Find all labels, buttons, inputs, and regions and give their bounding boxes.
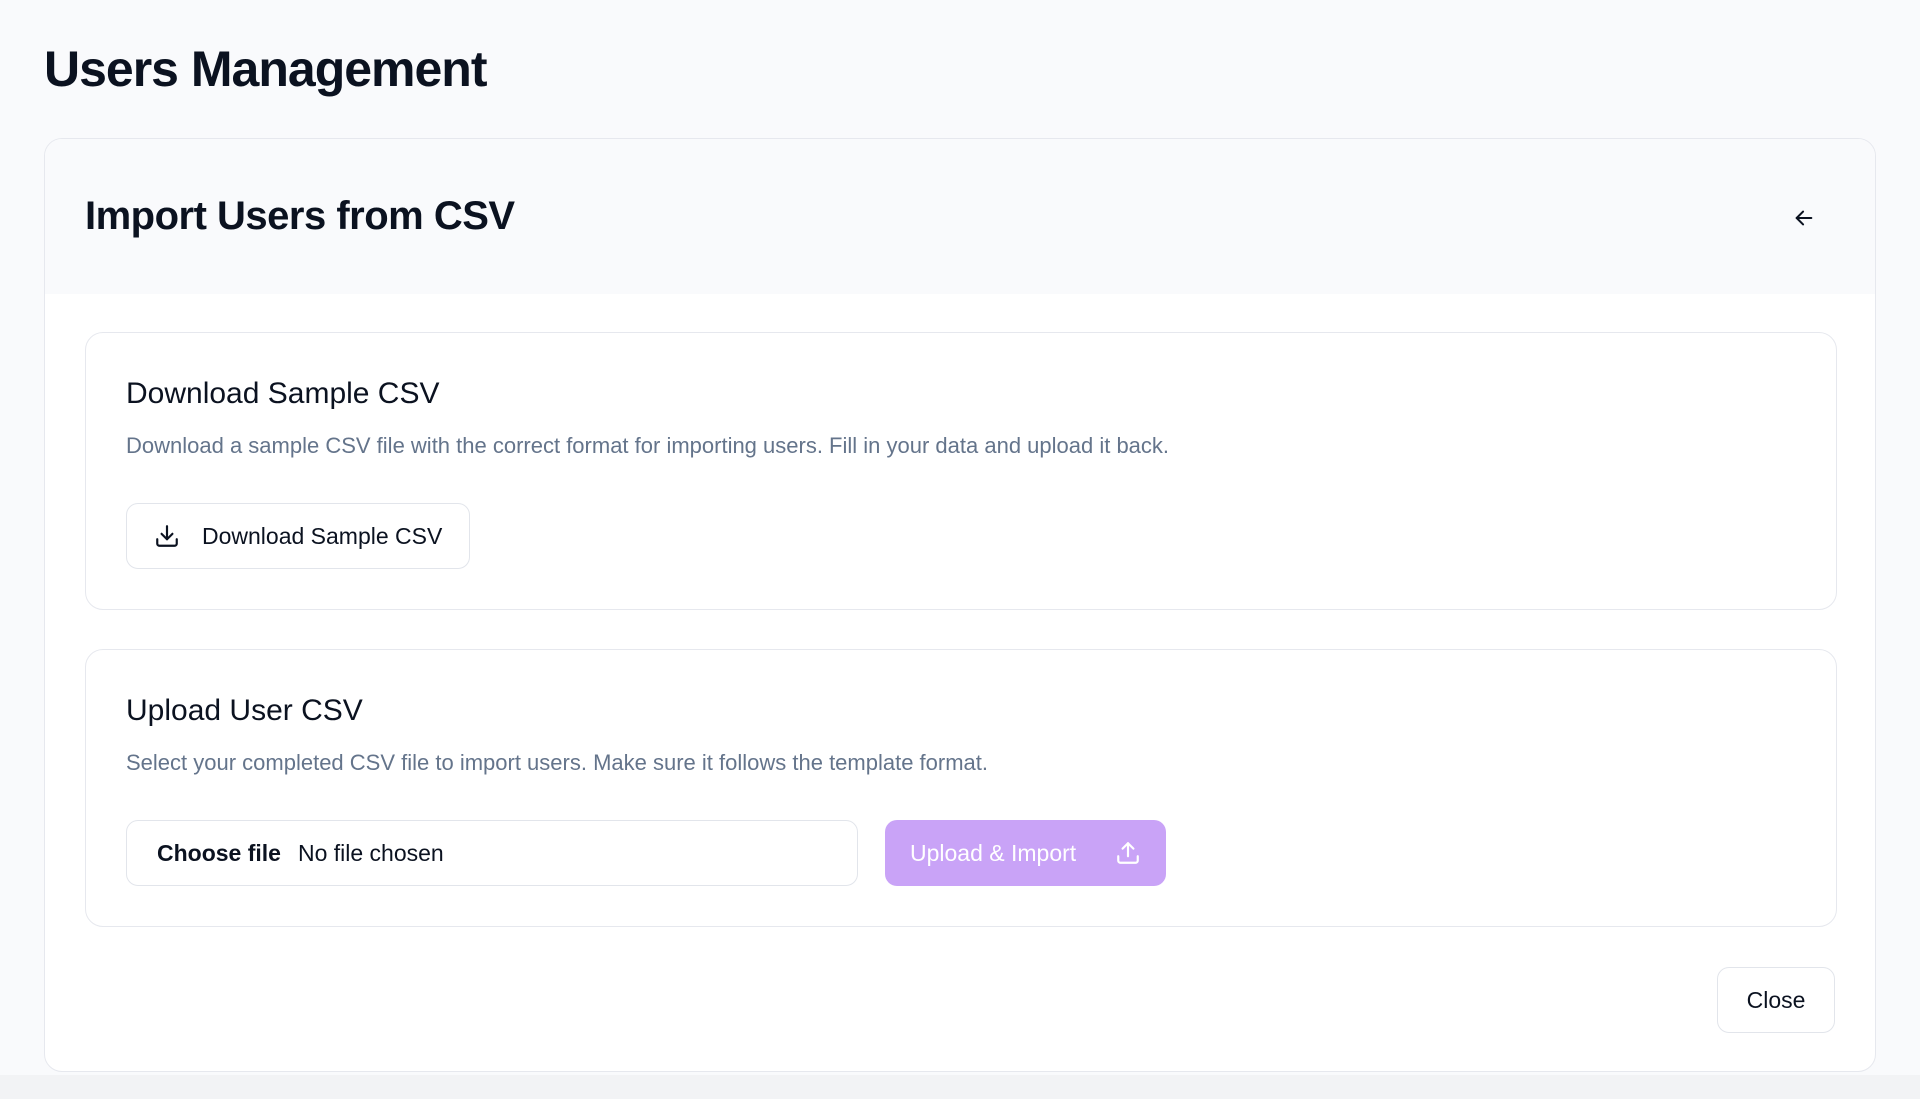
- arrow-left-icon: [1793, 207, 1815, 229]
- download-section-title: Download Sample CSV: [126, 377, 440, 410]
- download-sample-button-label: Download Sample CSV: [202, 522, 443, 549]
- upload-import-button[interactable]: Upload & Import: [885, 820, 1166, 886]
- close-button[interactable]: Close: [1717, 967, 1835, 1033]
- download-section-description: Download a sample CSV file with the corr…: [126, 433, 1170, 458]
- choose-file-button[interactable]: Choose file: [157, 840, 281, 867]
- upload-section-title: Upload User CSV: [126, 694, 363, 727]
- back-button[interactable]: [1781, 195, 1827, 241]
- csv-file-input[interactable]: Choose file No file chosen: [126, 820, 858, 886]
- download-sample-section: Download Sample CSV Download a sample CS…: [85, 332, 1837, 610]
- dialog-title: Import Users from CSV: [85, 194, 515, 238]
- upload-section-description: Select your completed CSV file to import…: [126, 750, 989, 775]
- page-title: Users Management: [44, 41, 487, 97]
- download-icon: [154, 523, 180, 549]
- upload-import-button-label: Upload & Import: [910, 839, 1077, 866]
- upload-icon: [1115, 840, 1141, 866]
- download-sample-button[interactable]: Download Sample CSV: [126, 503, 471, 569]
- upload-csv-section: Upload User CSV Select your completed CS…: [85, 649, 1837, 927]
- file-status: No file chosen: [297, 839, 444, 866]
- bottom-strip: [0, 1075, 1920, 1099]
- dialog-header: Import Users from CSV: [45, 139, 1875, 294]
- import-users-dialog: Import Users from CSV Download Sample CS…: [44, 138, 1876, 1072]
